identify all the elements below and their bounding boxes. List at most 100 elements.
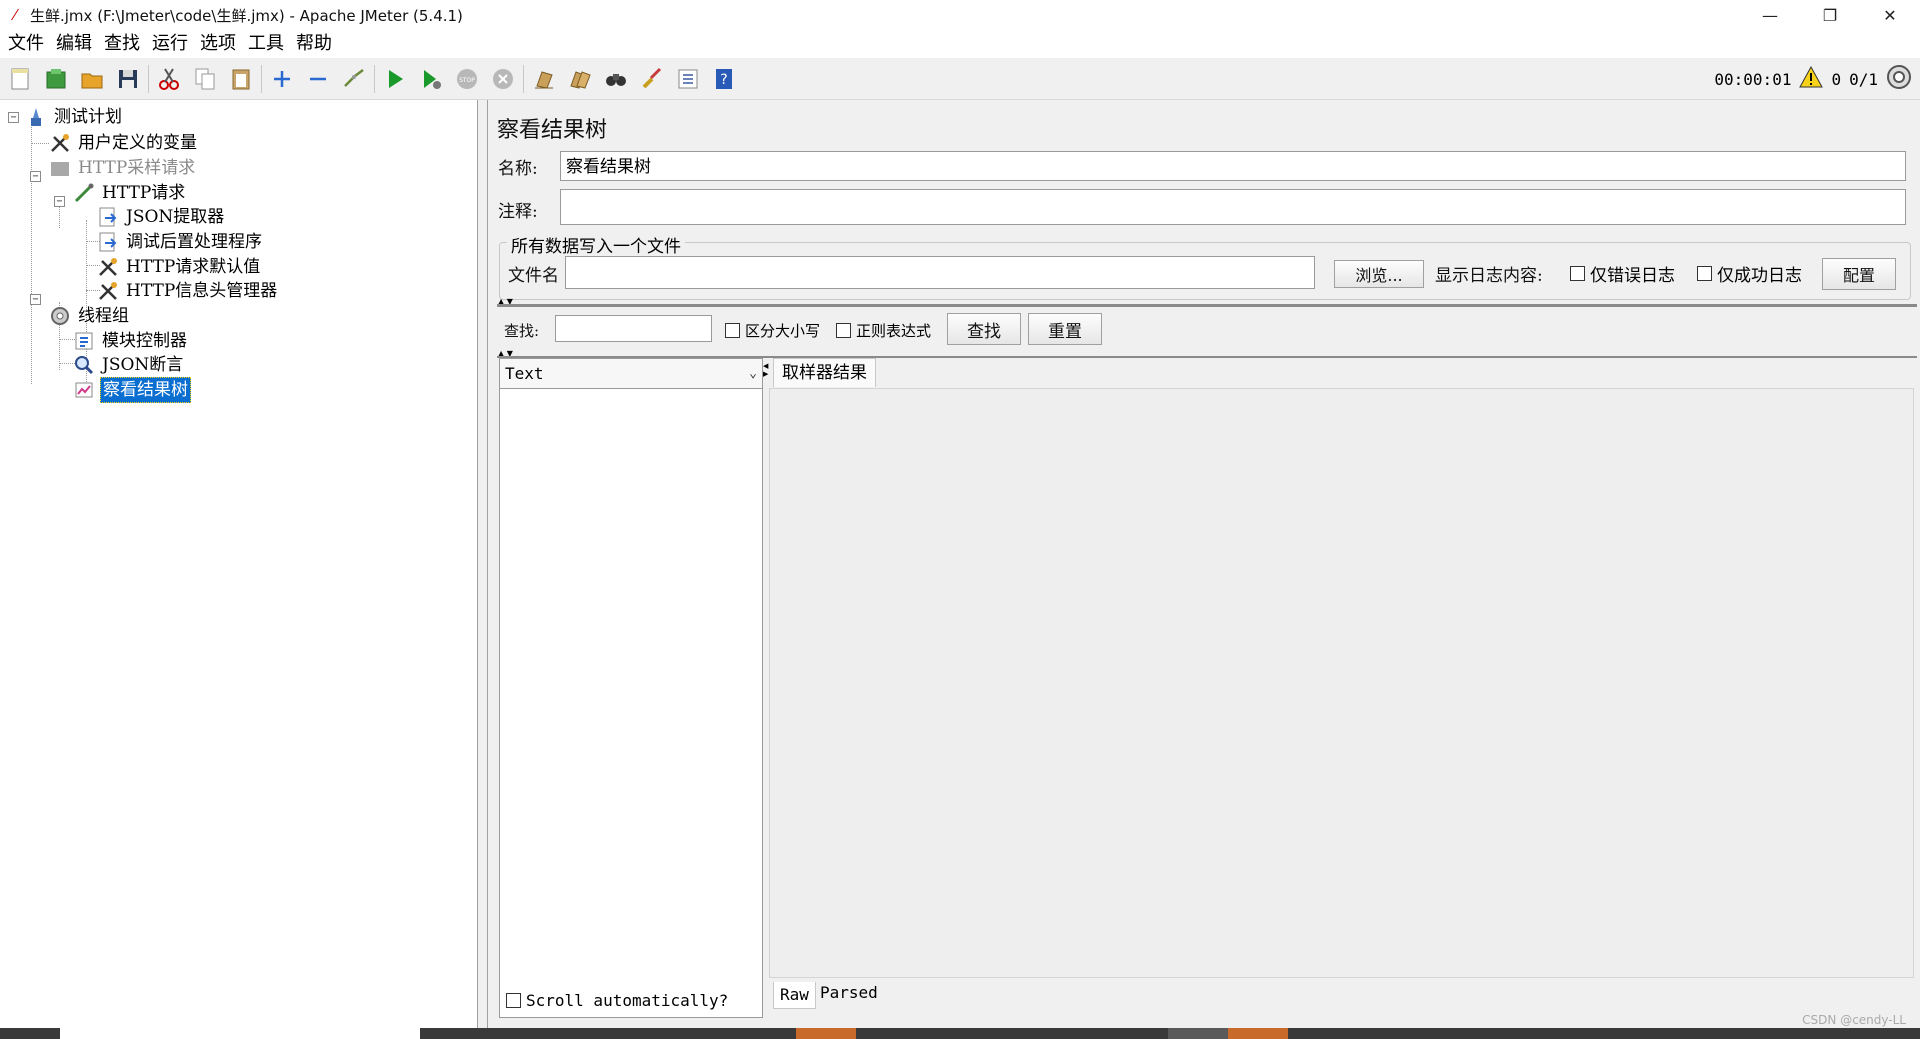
tree-node-http-defaults[interactable]: HTTP请求默认值: [96, 254, 262, 280]
taskbar-segment: [60, 1028, 420, 1039]
config-tools-icon: [96, 255, 120, 279]
menu-edit[interactable]: 编辑: [52, 30, 100, 58]
sample-tree-view[interactable]: [500, 390, 762, 986]
tree-collapse-toggle[interactable]: −: [54, 196, 65, 207]
tree-node-json-extractor[interactable]: JSON提取器: [96, 204, 226, 230]
tree-node-test-plan[interactable]: 测试计划: [24, 104, 124, 130]
help-icon[interactable]: ?: [708, 63, 740, 95]
tree-node-module-controller[interactable]: 模块控制器: [72, 328, 189, 354]
tree-node-json-assertion[interactable]: JSON断言: [72, 352, 185, 378]
warning-icon[interactable]: [1799, 65, 1824, 92]
comment-label: 注释:: [498, 202, 538, 222]
configure-button[interactable]: 配置: [1822, 258, 1896, 290]
search-icon[interactable]: [600, 63, 632, 95]
errors-only-label: 仅错误日志: [1590, 266, 1675, 286]
tree-collapse-toggle[interactable]: −: [30, 294, 41, 305]
search-input[interactable]: [555, 315, 712, 342]
cut-icon[interactable]: [153, 63, 185, 95]
minimize-button[interactable]: —: [1740, 0, 1800, 30]
tab-parsed[interactable]: Parsed: [814, 980, 884, 1006]
assertion-icon: [72, 353, 96, 377]
scroll-automatically-checkbox[interactable]: Scroll automatically?: [506, 991, 728, 1010]
tree-node-view-results-tree[interactable]: 察看结果树: [72, 377, 191, 403]
taskbar-segment: [1228, 1028, 1288, 1039]
collapse-icon[interactable]: [302, 63, 334, 95]
clear-all-icon[interactable]: [564, 63, 596, 95]
remote-status-icon: [1886, 64, 1912, 94]
open-icon[interactable]: [76, 63, 108, 95]
menu-file[interactable]: 文件: [4, 30, 52, 58]
tree-node-label: JSON断言: [102, 355, 184, 375]
renderer-value: Text: [505, 364, 544, 383]
function-helper-icon[interactable]: [672, 63, 704, 95]
thread-group-icon: [48, 304, 72, 328]
tree-node-http-sampler-group[interactable]: HTTP采样请求: [48, 155, 197, 181]
tree-node-label: 测试计划: [54, 107, 122, 127]
tab-raw[interactable]: Raw: [773, 982, 816, 1009]
taskbar-strip: [0, 1028, 1920, 1039]
restore-button[interactable]: ❐: [1800, 0, 1860, 30]
tree-connector: [31, 143, 49, 144]
http-sampler-icon: [72, 181, 96, 205]
paste-icon[interactable]: [225, 63, 257, 95]
view-results-tree-panel: 察看结果树 名称: 察看结果树 注释: 所有数据写入一个文件 文件名 浏览...…: [489, 100, 1920, 1028]
copy-icon[interactable]: [189, 63, 221, 95]
toolbar-separator: [261, 64, 262, 93]
menu-search[interactable]: 查找: [100, 30, 148, 58]
clear-icon[interactable]: [528, 63, 560, 95]
checkbox-box: [1570, 266, 1585, 281]
name-input[interactable]: 察看结果树: [560, 151, 1906, 181]
menu-options[interactable]: 选项: [196, 30, 244, 58]
tree-node-user-variables[interactable]: 用户定义的变量: [48, 130, 199, 156]
module-controller-icon: [72, 329, 96, 353]
success-only-checkbox[interactable]: 仅成功日志: [1697, 261, 1802, 286]
tree-node-header-manager[interactable]: HTTP信息头管理器: [96, 278, 279, 304]
checkbox-box: [725, 323, 740, 338]
menu-tools[interactable]: 工具: [244, 30, 292, 58]
toggle-icon[interactable]: [338, 63, 370, 95]
section-divider: [497, 304, 1917, 307]
templates-icon[interactable]: [40, 63, 72, 95]
renderer-select[interactable]: Text ⌄: [500, 359, 762, 389]
tree-collapse-toggle[interactable]: −: [30, 171, 41, 182]
tree-node-debug-postprocessor[interactable]: 调试后置处理程序: [96, 229, 264, 255]
tree-node-thread-group[interactable]: 线程组: [48, 303, 131, 329]
write-to-file-title: 所有数据写入一个文件: [507, 232, 685, 257]
errors-only-checkbox[interactable]: 仅错误日志: [1570, 261, 1675, 286]
panel-splitter[interactable]: [478, 100, 488, 1028]
comment-input[interactable]: [560, 189, 1906, 225]
split-arrows[interactable]: ◀ ▶: [763, 362, 768, 378]
tree-node-http-request[interactable]: HTTP请求: [72, 180, 187, 206]
tree-node-label: 用户定义的变量: [78, 133, 197, 153]
svg-text:STOP: STOP: [459, 77, 475, 84]
toolbar-separator: [148, 64, 149, 93]
shutdown-icon[interactable]: [487, 63, 519, 95]
new-icon[interactable]: [4, 63, 36, 95]
menu-run[interactable]: 运行: [148, 30, 196, 58]
tree-collapse-toggle[interactable]: −: [8, 112, 19, 123]
checkbox-box: [836, 323, 851, 338]
tree-node-label: HTTP请求: [102, 183, 186, 203]
expand-icon[interactable]: [266, 63, 298, 95]
menu-help[interactable]: 帮助: [292, 30, 340, 58]
regex-checkbox[interactable]: 正则表达式: [836, 320, 931, 341]
scroll-automatically-label: Scroll automatically?: [526, 991, 729, 1010]
start-icon[interactable]: [379, 63, 411, 95]
close-button[interactable]: ✕: [1860, 0, 1920, 30]
save-icon[interactable]: [112, 63, 144, 95]
start-no-pause-icon[interactable]: [415, 63, 447, 95]
jmeter-feather-icon: ⁄: [13, 6, 17, 24]
stop-icon[interactable]: STOP: [451, 63, 483, 95]
reset-search-icon[interactable]: [636, 63, 668, 95]
browse-button[interactable]: 浏览...: [1334, 260, 1424, 288]
reset-button[interactable]: 重置: [1028, 313, 1102, 345]
sampler-disabled-icon: [48, 156, 72, 180]
case-sensitive-checkbox[interactable]: 区分大小写: [725, 320, 820, 341]
tab-sampler-result[interactable]: 取样器结果: [773, 358, 876, 387]
panel-title: 察看结果树: [497, 118, 608, 143]
find-button[interactable]: 查找: [947, 313, 1021, 345]
toolbar-separator: [374, 64, 375, 93]
tree-node-label: 调试后置处理程序: [126, 232, 262, 252]
config-tools-icon: [48, 131, 72, 155]
filename-input[interactable]: [565, 256, 1315, 289]
